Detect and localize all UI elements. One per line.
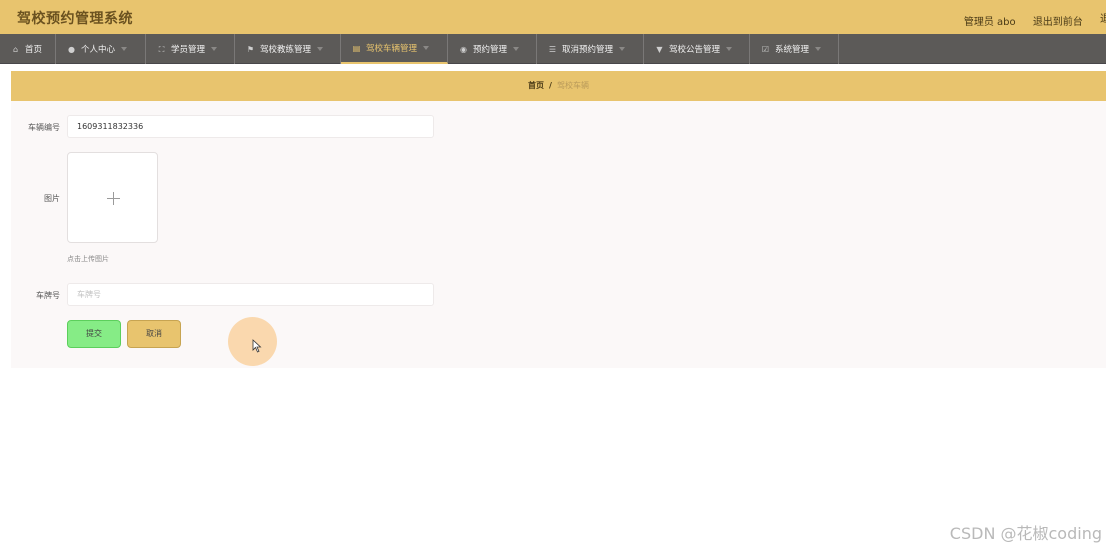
admin-user-label[interactable]: 管理员 abo — [964, 17, 1016, 28]
flag-icon: ⚑ — [246, 44, 255, 54]
nav-item-system[interactable]: ☑ 系统管理 — [750, 34, 839, 64]
nav-item-appointments[interactable]: ◉ 预约管理 — [448, 34, 537, 64]
nav-label: 驾校公告管理 — [669, 45, 721, 55]
exit-to-frontend-link[interactable]: 退出到前台 — [1033, 17, 1083, 28]
breadcrumb-current: 驾校车辆 — [556, 81, 589, 90]
nav-item-coaches[interactable]: ⚑ 驾校教练管理 — [235, 34, 341, 64]
chevron-down-icon — [726, 47, 733, 51]
nav-label: 系统管理 — [775, 45, 810, 55]
image-upload-box[interactable] — [67, 152, 158, 243]
breadcrumb-separator: / — [549, 81, 552, 90]
top-header: 驾校预约管理系统 管理员 abo 退出到前台 退 — [0, 0, 1106, 34]
nav-item-vehicles[interactable]: ▤ 驾校车辆管理 — [341, 34, 448, 64]
breadcrumb-home[interactable]: 首页 — [528, 81, 544, 90]
chevron-down-icon — [513, 47, 520, 51]
nav-label: 预约管理 — [473, 45, 508, 55]
trophy-icon: ▼ — [656, 44, 663, 54]
sliders-icon: ☰ — [548, 44, 557, 54]
home-icon: ⌂ — [12, 44, 19, 54]
nav-label: 个人中心 — [81, 45, 116, 55]
vehicle-no-field[interactable]: 1609311832336 — [67, 115, 434, 138]
user-area: 管理员 abo 退出到前台 退 — [964, 10, 1106, 28]
image-label: 图片 — [44, 194, 60, 203]
breadcrumb: 首页 / 驾校车辆 — [11, 71, 1106, 101]
nav-item-students[interactable]: ⛶ 学员管理 — [146, 34, 235, 64]
clipboard-icon: ▤ — [352, 43, 361, 53]
user-icon: ● — [68, 44, 75, 54]
nav-item-personal-center[interactable]: ● 个人中心 — [56, 34, 146, 64]
chevron-down-icon — [121, 47, 128, 51]
chevron-down-icon — [423, 46, 430, 50]
nav-label: 学员管理 — [171, 45, 206, 55]
truncated-link[interactable]: 退 — [1100, 10, 1106, 25]
plate-label: 车牌号 — [36, 291, 60, 300]
plate-field[interactable]: 车牌号 — [67, 283, 434, 306]
submit-button[interactable]: 提交 — [67, 320, 121, 348]
location-icon: ◉ — [460, 44, 467, 54]
chevron-down-icon — [815, 47, 822, 51]
cursor-icon — [252, 339, 262, 353]
vehicle-no-label: 车辆编号 — [28, 123, 60, 132]
checkbox-icon: ☑ — [761, 44, 770, 54]
frame-icon: ⛶ — [158, 44, 165, 54]
nav-label: 驾校车辆管理 — [366, 44, 418, 54]
chevron-down-icon — [317, 47, 324, 51]
nav-label: 驾校教练管理 — [260, 45, 312, 55]
chevron-down-icon — [619, 47, 626, 51]
nav-item-announcements[interactable]: ▼ 驾校公告管理 — [644, 34, 750, 64]
nav-item-home[interactable]: ⌂ 首页 — [0, 34, 56, 64]
upload-hint: 点击上传图片 — [67, 255, 109, 263]
plus-icon-vertical — [113, 192, 114, 205]
chevron-down-icon — [211, 47, 218, 51]
app-title: 驾校预约管理系统 — [17, 11, 133, 27]
nav-label: 取消预约管理 — [562, 45, 614, 55]
main-nav: ⌂ 首页 ● 个人中心 ⛶ 学员管理 ⚑ 驾校教练管理 ▤ 驾校车辆管理 ◉ 预… — [0, 34, 1106, 64]
watermark: CSDN @花椒coding — [949, 524, 1102, 543]
nav-label: 首页 — [25, 45, 43, 55]
nav-item-cancel-appointments[interactable]: ☰ 取消预约管理 — [537, 34, 644, 64]
cancel-button[interactable]: 取消 — [127, 320, 181, 348]
